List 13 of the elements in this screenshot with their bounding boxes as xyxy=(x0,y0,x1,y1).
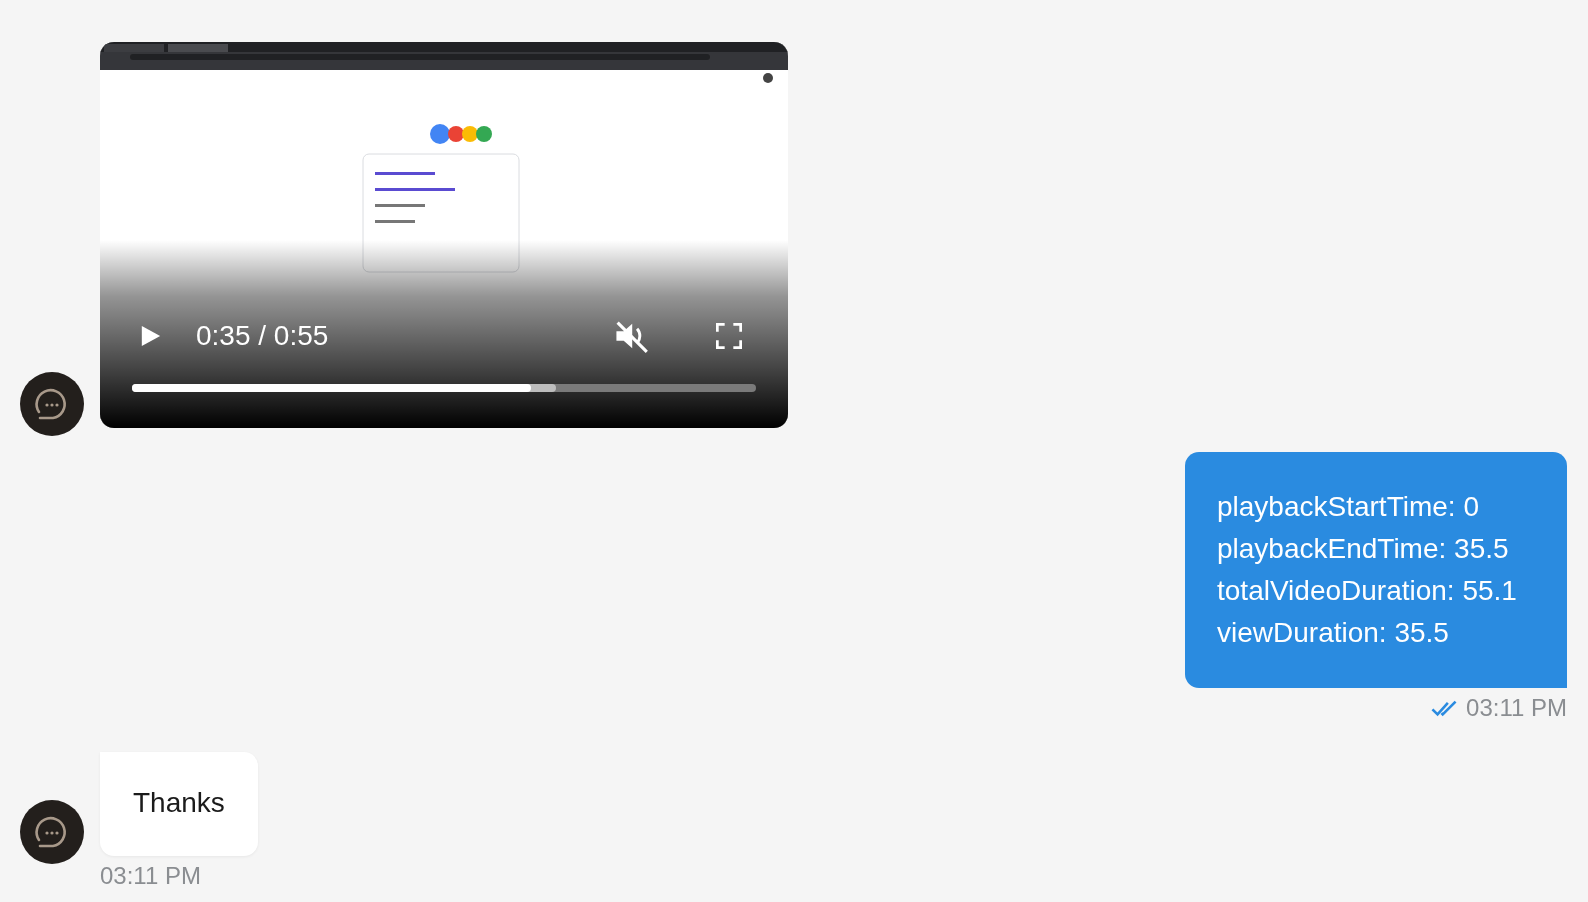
play-icon[interactable] xyxy=(140,324,162,348)
muted-speaker-icon[interactable] xyxy=(614,319,648,353)
progress-track[interactable] xyxy=(132,384,756,392)
timestamp: 03:11 PM xyxy=(1466,694,1567,722)
message-text: viewDuration: 35.5 xyxy=(1217,616,1450,650)
fullscreen-icon[interactable] xyxy=(716,323,742,349)
avatar-icon xyxy=(20,800,84,864)
message-text: playbackEndTime: 35.5 xyxy=(1217,532,1510,566)
message-text: Thanks xyxy=(133,786,225,820)
message-text: totalVideoDuration: 55.1 xyxy=(1217,574,1518,608)
message-text: playbackStartTime: 0 xyxy=(1217,490,1480,524)
video-time: 0:35 / 0:55 xyxy=(196,320,329,352)
timestamp: 03:11 PM xyxy=(100,862,201,890)
